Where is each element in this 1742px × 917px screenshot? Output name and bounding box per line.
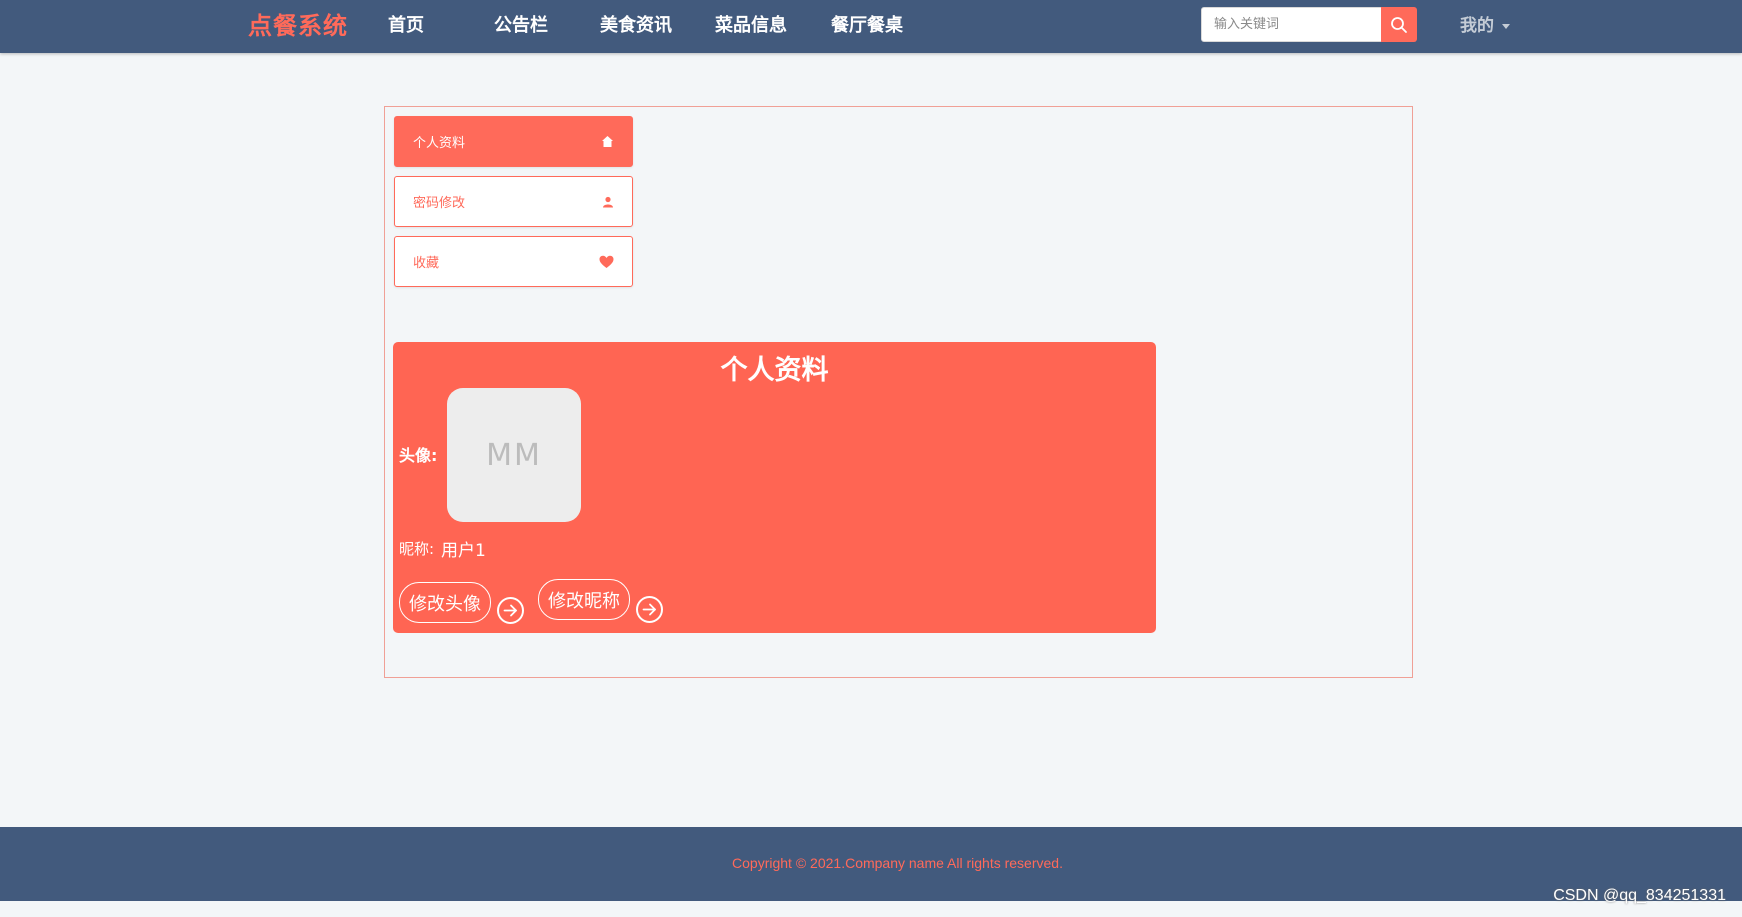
nav-item-dish-info[interactable]: 菜品信息 xyxy=(715,8,787,44)
my-account-label: 我的 xyxy=(1460,16,1494,36)
change-avatar-button[interactable]: 修改头像 xyxy=(399,582,491,623)
page-footer: Copyright © 2021.Company name All rights… xyxy=(0,827,1742,901)
search-button[interactable] xyxy=(1381,7,1417,42)
nav-item-home[interactable]: 首页 xyxy=(388,8,424,44)
arrow-right-icon xyxy=(503,604,517,617)
user-icon xyxy=(603,196,613,207)
top-navbar: 点餐系统 首页 公告栏 美食资讯 菜品信息 餐厅餐桌 我的 xyxy=(0,0,1742,53)
brand-logo[interactable]: 点餐系统 xyxy=(248,8,348,44)
search-input[interactable] xyxy=(1201,7,1382,42)
nav-item-food-news[interactable]: 美食资讯 xyxy=(600,8,672,44)
avatar-label: 头像: xyxy=(399,446,438,465)
avatar-initials: MM xyxy=(486,437,542,473)
watermark-text: CSDN @qq_834251331 xyxy=(1553,887,1726,904)
nickname-value: 用户1 xyxy=(441,541,486,561)
sidebar-item-label: 收藏 xyxy=(413,256,440,271)
arrow-right-icon xyxy=(642,603,656,616)
profile-card: 个人资料 头像: MM 昵称: 用户1 修改头像 修改昵称 xyxy=(393,342,1156,633)
sidebar-item-label: 个人资料 xyxy=(413,136,466,151)
heart-icon xyxy=(599,255,614,268)
home-icon xyxy=(602,136,613,147)
search-icon xyxy=(1391,16,1407,33)
user-center-panel: 个人资料 密码修改 收藏 个人资料 头像: MM 昵称: 用户1 修改头像 修改… xyxy=(384,106,1413,678)
nickname-label: 昵称: xyxy=(399,540,435,558)
sidebar-item-label: 密码修改 xyxy=(413,196,466,211)
sidebar-item-change-password[interactable]: 密码修改 xyxy=(394,176,633,227)
sidebar-item-profile[interactable]: 个人资料 xyxy=(394,116,633,167)
change-avatar-arrow-button[interactable] xyxy=(497,597,524,624)
sidebar-item-favorites[interactable]: 收藏 xyxy=(394,236,633,287)
change-nickname-arrow-button[interactable] xyxy=(636,596,663,623)
caret-down-icon xyxy=(1502,23,1510,29)
my-account-dropdown[interactable]: 我的 xyxy=(1460,8,1510,44)
nav-item-restaurant-tables[interactable]: 餐厅餐桌 xyxy=(831,8,903,44)
nav-item-notice-board[interactable]: 公告栏 xyxy=(494,8,548,44)
avatar: MM xyxy=(447,388,581,522)
copyright-text: Copyright © 2021.Company name All rights… xyxy=(732,855,1063,871)
profile-title: 个人资料 xyxy=(720,355,829,386)
change-nickname-button[interactable]: 修改昵称 xyxy=(538,579,630,620)
